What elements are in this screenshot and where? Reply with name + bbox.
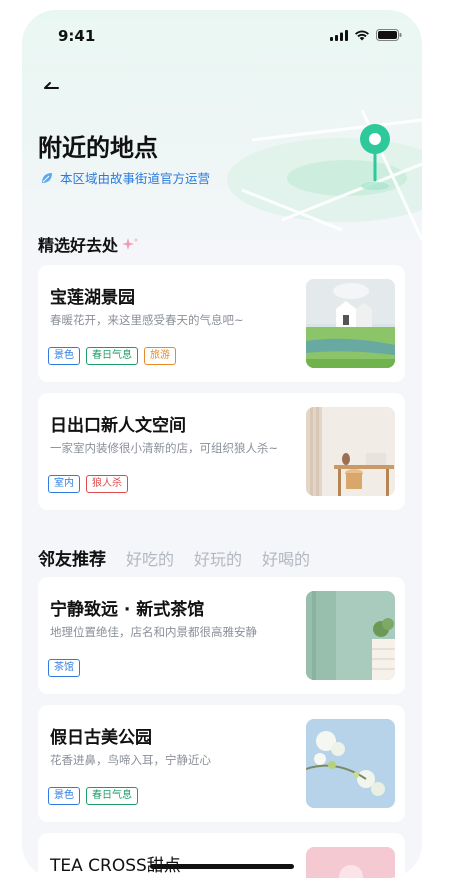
status-bar: 9:41 — [22, 10, 422, 60]
back-button[interactable] — [40, 76, 70, 106]
place-card-title: 宁静致远 · 新式茶馆 — [50, 600, 205, 620]
place-card[interactable]: TEA CROSS甜点 — [38, 833, 405, 878]
tag: 景色 — [48, 347, 80, 365]
tag-list: 茶馆 — [48, 659, 80, 677]
tab-food[interactable]: 好吃的 — [126, 546, 174, 570]
operator-notice-text: 本区域由故事街道官方运营 — [60, 171, 211, 186]
tag-list: 景色 春日气息 — [48, 787, 138, 805]
location-pin-icon — [360, 124, 390, 190]
place-card-title: 宝莲湖景园 — [50, 288, 135, 308]
phone-screen: 9:41 附近的地点 本区域由故事街道官方运营 精选好去 处 宝莲湖景园 春暖花… — [22, 10, 422, 878]
featured-title-prefix: 精选好去 — [38, 236, 103, 255]
status-icons — [330, 29, 402, 41]
category-tabs: 邻友推荐 好吃的 好玩的 好喝的 — [38, 545, 310, 570]
place-card[interactable]: 日出口新人文空间 一家室内装修很小清新的店，可组织狼人杀~ 室内 狼人杀 — [38, 393, 405, 510]
place-card-desc: 地理位置绝佳，店名和内景都很高雅安静 — [50, 625, 257, 639]
place-card-title: 假日古美公园 — [50, 728, 152, 748]
tag: 茶馆 — [48, 659, 80, 677]
tab-fun[interactable]: 好玩的 — [194, 546, 242, 570]
back-arrow-icon — [44, 82, 59, 89]
home-indicator[interactable] — [150, 864, 294, 869]
place-card-title: 日出口新人文空间 — [50, 416, 186, 436]
featured-section-title: 精选好去处 — [38, 232, 139, 257]
dessert-photo — [306, 847, 395, 878]
tab-drinks[interactable]: 好喝的 — [262, 546, 310, 570]
tag-list: 景色 春日气息 旅游 — [48, 347, 176, 365]
tag-list: 室内 狼人杀 — [48, 475, 128, 493]
park-blossom-photo — [306, 719, 395, 808]
place-card-desc: 一家室内装修很小清新的店，可组织狼人杀~ — [50, 441, 279, 455]
status-time: 9:41 — [58, 27, 96, 45]
operator-notice: 本区域由故事街道官方运营 — [40, 168, 210, 187]
battery-icon — [376, 29, 402, 41]
tag: 旅游 — [144, 347, 176, 365]
page-title: 附近的地点 — [38, 134, 158, 162]
sparkle-icon — [122, 238, 138, 250]
tab-neighbor-recommend[interactable]: 邻友推荐 — [38, 545, 106, 570]
signal-icon — [330, 29, 348, 41]
tag: 室内 — [48, 475, 80, 493]
lake-garden-photo — [306, 279, 395, 368]
tag: 春日气息 — [86, 787, 138, 805]
featured-title-highlight: 处 — [102, 232, 119, 257]
place-card-desc: 春暖花开，来这里感受春天的气息吧~ — [50, 313, 244, 327]
tag: 景色 — [48, 787, 80, 805]
place-card-desc: 花香进鼻，鸟啼入耳，宁静近心 — [50, 753, 211, 767]
tag: 狼人杀 — [86, 475, 128, 493]
map-decoration — [227, 109, 422, 241]
place-card[interactable]: 宝莲湖景园 春暖花开，来这里感受春天的气息吧~ 景色 春日气息 旅游 — [38, 265, 405, 382]
leaf-icon — [42, 172, 52, 183]
tea-house-photo — [306, 591, 395, 680]
tag: 春日气息 — [86, 347, 138, 365]
place-card[interactable]: 假日古美公园 花香进鼻，鸟啼入耳，宁静近心 景色 春日气息 — [38, 705, 405, 822]
place-card[interactable]: 宁静致远 · 新式茶馆 地理位置绝佳，店名和内景都很高雅安静 茶馆 — [38, 577, 405, 694]
wifi-icon — [355, 30, 369, 40]
interior-space-photo — [306, 407, 395, 496]
